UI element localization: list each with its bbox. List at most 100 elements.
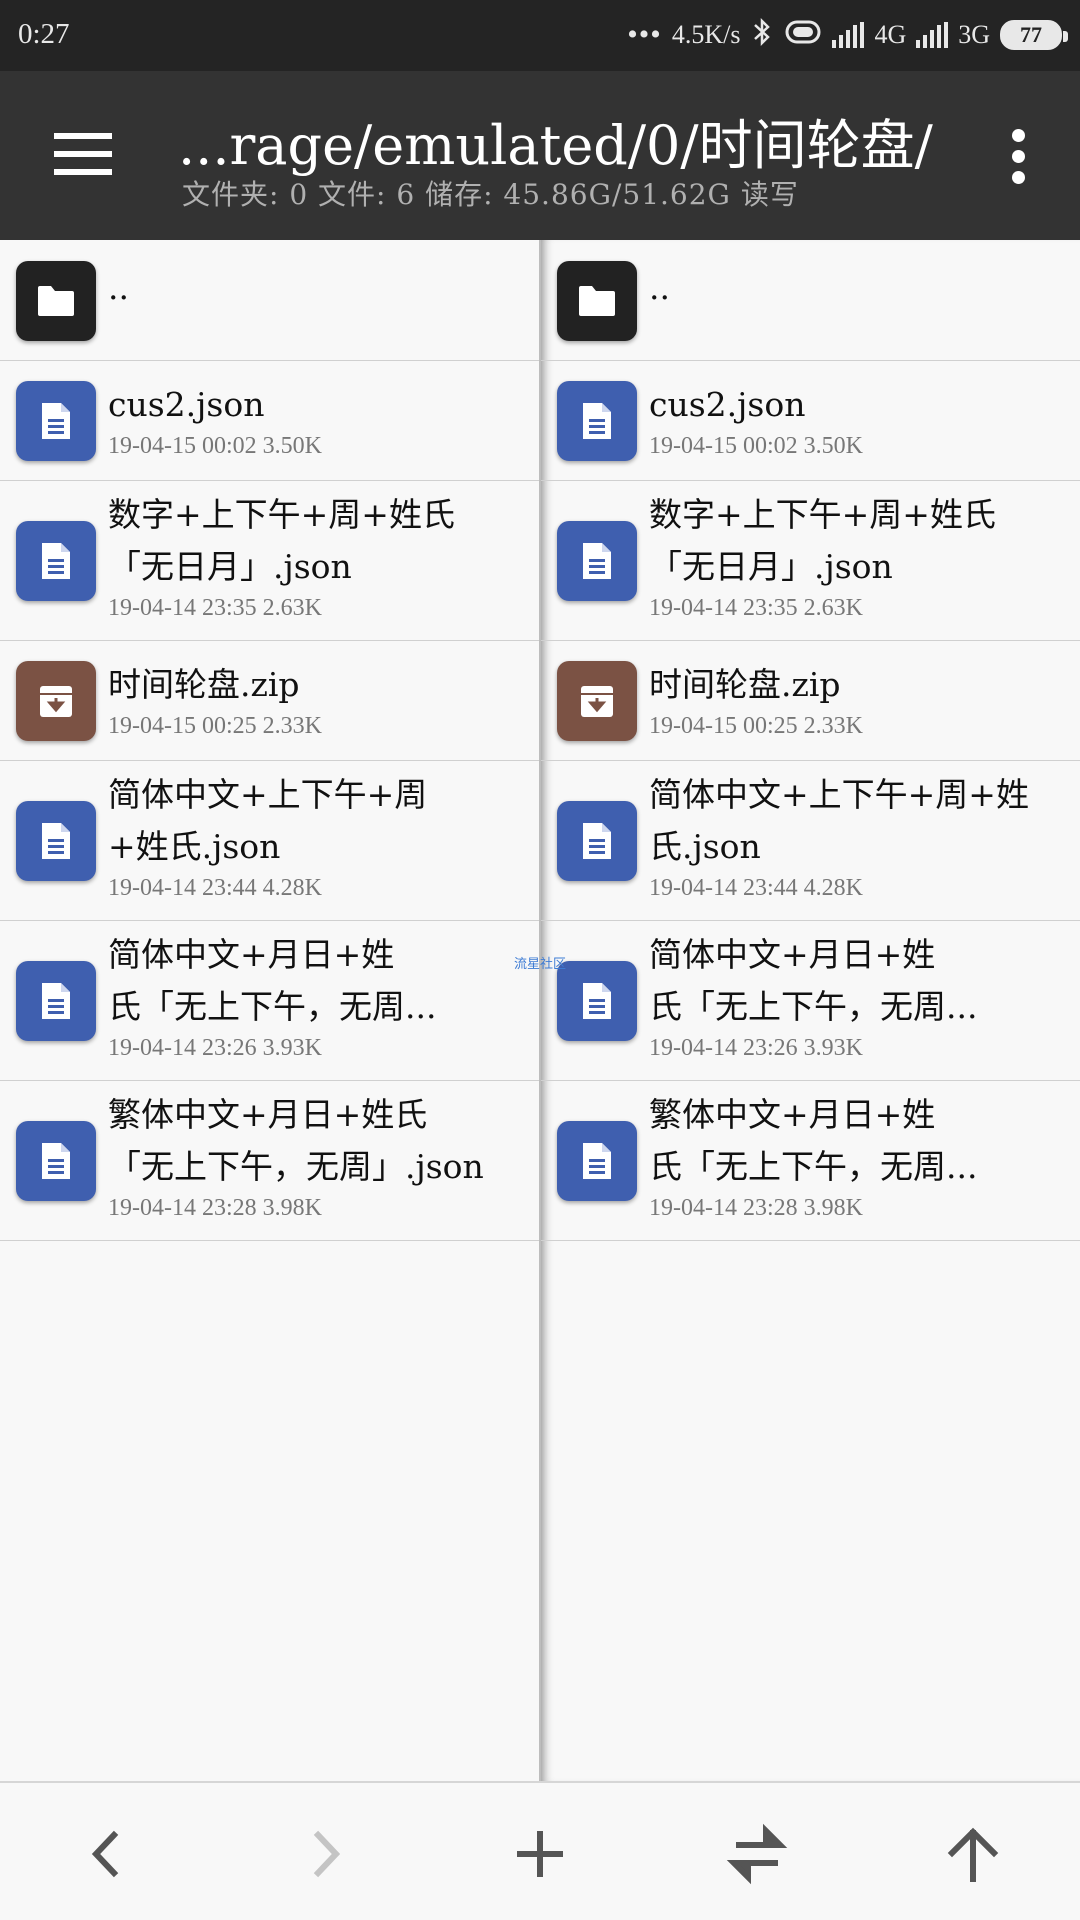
file-row[interactable]: cus2.json 19-04-15 00:02 3.50K <box>0 361 540 481</box>
toolbar: ...rage/emulated/0/时间轮盘/ 文件夹: 0 文件: 6 储存… <box>0 71 1080 240</box>
file-row[interactable]: cus2.json 19-04-15 00:02 3.50K <box>541 361 1080 481</box>
hamburger-menu-icon[interactable] <box>48 131 114 179</box>
file-meta: 19-04-15 00:02 3.50K <box>649 433 863 459</box>
file-text: 简体中文+月日+姓氏「无上下午，无周... 19-04-14 23:26 3.93… <box>108 929 534 1063</box>
file-text: 时间轮盘.zip 19-04-15 00:25 2.33K <box>108 659 534 741</box>
parent-dir-label: .. <box>649 268 670 307</box>
file-name-line: cus2.json <box>108 385 265 424</box>
document-icon[interactable] <box>16 521 96 601</box>
file-text: cus2.json 19-04-15 00:02 3.50K <box>108 379 534 461</box>
document-icon[interactable] <box>16 1121 96 1201</box>
file-text: 时间轮盘.zip 19-04-15 00:25 2.33K <box>649 659 1074 741</box>
parent-dir-row[interactable]: .. <box>0 240 540 361</box>
file-name-line: 「无上下午，无周」.json <box>108 1147 484 1186</box>
signal-hd-icon <box>832 22 865 48</box>
file-meta: 19-04-14 23:26 3.93K <box>649 1035 863 1061</box>
vibrate-icon <box>784 19 822 52</box>
file-row[interactable]: 数字+上下午+周+姓氏 「无日月」.json 19-04-14 23:35 2.63… <box>0 481 540 641</box>
file-name-line: 数字+上下午+周+姓氏 <box>649 495 996 534</box>
file-meta: 19-04-14 23:35 2.63K <box>108 595 322 621</box>
file-text: 繁体中文+月日+姓氏「无上下午，无周」.json 19-04-14 23:28 3… <box>108 1089 534 1223</box>
file-row[interactable]: 数字+上下午+周+姓氏 「无日月」.json 19-04-14 23:35 2.63… <box>541 481 1080 641</box>
network-type-1: 4G <box>874 20 907 49</box>
left-file-pane: .. cus2.json 19-04-15 00:02 3.50K 数字+上下午+周+… <box>0 240 540 1781</box>
battery-icon: 77 <box>1000 20 1068 50</box>
arrow-up-icon[interactable] <box>938 1819 1008 1889</box>
file-text: 简体中文+月日+姓氏「无上下午，无周... 19-04-14 23:26 3.93… <box>649 929 1074 1063</box>
document-icon[interactable] <box>16 381 96 461</box>
folder-icon[interactable] <box>16 260 96 341</box>
chevron-left-icon[interactable] <box>72 1819 142 1889</box>
file-text: 简体中文+上下午+周 +姓氏.json 19-04-14 23:44 4.28K <box>108 769 534 903</box>
file-name-line: 时间轮盘.zip <box>649 665 841 704</box>
archive-icon[interactable] <box>16 661 96 741</box>
file-name-line: +姓氏.json <box>108 827 281 866</box>
file-name-line: 氏「无上下午，无周... <box>649 987 978 1026</box>
file-name-line: cus2.json <box>649 385 806 424</box>
status-bar: 0:27 ••• 4.5K/s 4G 3G 77 <box>0 0 1080 71</box>
file-row[interactable]: 时间轮盘.zip 19-04-15 00:25 2.33K <box>0 641 540 761</box>
bottom-nav-bar <box>0 1781 1080 1920</box>
file-meta: 19-04-14 23:44 4.28K <box>649 875 863 901</box>
file-meta: 19-04-14 23:28 3.98K <box>108 1195 322 1221</box>
file-name-line: 「无日月」.json <box>108 547 352 586</box>
file-text: 数字+上下午+周+姓氏 「无日月」.json 19-04-14 23:35 2.63… <box>108 489 534 623</box>
more-vert-icon[interactable] <box>1008 129 1028 185</box>
file-meta: 19-04-14 23:44 4.28K <box>108 875 322 901</box>
document-icon[interactable] <box>16 801 96 881</box>
file-name-line: 氏「无上下午，无周... <box>108 987 437 1026</box>
file-text: 简体中文+上下午+周+姓氏.json19-04-14 23:44 4.28K <box>649 769 1074 903</box>
parent-dir-row[interactable]: .. <box>541 240 1080 361</box>
network-type-2: 3G <box>958 20 990 49</box>
document-icon[interactable] <box>16 961 96 1041</box>
file-name-line: 简体中文+上下午+周 <box>108 775 428 814</box>
storage-summary: 文件夹: 0 文件: 6 储存: 45.86G/51.62G 读写 <box>182 178 799 211</box>
file-text: 数字+上下午+周+姓氏 「无日月」.json 19-04-14 23:35 2.63… <box>649 489 1074 623</box>
file-name-line: 「无日月」.json <box>649 547 893 586</box>
archive-icon[interactable] <box>557 661 637 741</box>
file-name-line: 数字+上下午+周+姓氏 <box>108 495 455 534</box>
document-icon[interactable] <box>557 961 637 1041</box>
file-name-line: 简体中文+月日+姓 <box>108 935 395 974</box>
status-time: 0:27 <box>18 18 70 50</box>
file-name-line: 简体中文+上下午+周+姓 <box>649 775 1029 814</box>
plus-icon[interactable] <box>505 1819 575 1889</box>
file-name-line: 氏「无上下午，无周... <box>649 1147 978 1186</box>
file-text: cus2.json 19-04-15 00:02 3.50K <box>649 379 1074 461</box>
folder-icon[interactable] <box>557 260 637 341</box>
file-name-line: 时间轮盘.zip <box>108 665 300 704</box>
parent-dir-label: .. <box>108 268 129 307</box>
net-speed: 4.5K/s <box>671 20 741 49</box>
document-icon[interactable] <box>557 1121 637 1201</box>
file-text: 繁体中文+月日+姓氏「无上下午，无周... 19-04-14 23:28 3.98… <box>649 1089 1074 1223</box>
file-row[interactable]: 时间轮盘.zip 19-04-15 00:25 2.33K <box>541 641 1080 761</box>
file-text: .. <box>649 262 1074 314</box>
file-row[interactable]: 简体中文+上下午+周+姓氏.json19-04-14 23:44 4.28K <box>541 761 1080 921</box>
file-row[interactable]: 简体中文+上下午+周 +姓氏.json 19-04-14 23:44 4.28K <box>0 761 540 921</box>
notification-dots-icon: ••• <box>627 18 662 51</box>
document-icon[interactable] <box>557 801 637 881</box>
signal-icon <box>916 22 949 48</box>
file-meta: 19-04-14 23:26 3.93K <box>108 1035 322 1061</box>
file-row[interactable]: 简体中文+月日+姓氏「无上下午，无周... 19-04-14 23:26 3.93… <box>541 921 1080 1081</box>
file-meta: 19-04-14 23:28 3.98K <box>649 1195 863 1221</box>
file-name-line: 繁体中文+月日+姓 <box>649 1095 936 1134</box>
status-indicators: ••• 4.5K/s 4G 3G 77 <box>627 12 1068 58</box>
chevron-right-icon[interactable] <box>290 1819 360 1889</box>
file-row[interactable]: 繁体中文+月日+姓氏「无上下午，无周... 19-04-14 23:28 3.98… <box>541 1081 1080 1241</box>
file-meta: 19-04-15 00:02 3.50K <box>108 433 322 459</box>
file-row[interactable]: 简体中文+月日+姓氏「无上下午，无周... 19-04-14 23:26 3.93… <box>0 921 540 1081</box>
file-meta: 19-04-15 00:25 2.33K <box>108 713 322 739</box>
file-name-line: 繁体中文+月日+姓氏 <box>108 1095 428 1134</box>
document-icon[interactable] <box>557 381 637 461</box>
watermark: 流星社区 <box>514 957 567 972</box>
file-text: .. <box>108 262 534 314</box>
right-file-pane: .. cus2.json 19-04-15 00:02 3.50K 数字+上下午+周+… <box>541 240 1080 1781</box>
swap-horiz-icon[interactable] <box>722 1819 792 1889</box>
file-row[interactable]: 繁体中文+月日+姓氏「无上下午，无周」.json 19-04-14 23:28 3… <box>0 1081 540 1241</box>
file-meta: 19-04-15 00:25 2.33K <box>649 713 863 739</box>
file-name-line: 简体中文+月日+姓 <box>649 935 936 974</box>
document-icon[interactable] <box>557 521 637 601</box>
bluetooth-icon <box>750 17 774 54</box>
file-meta: 19-04-14 23:35 2.63K <box>649 595 863 621</box>
